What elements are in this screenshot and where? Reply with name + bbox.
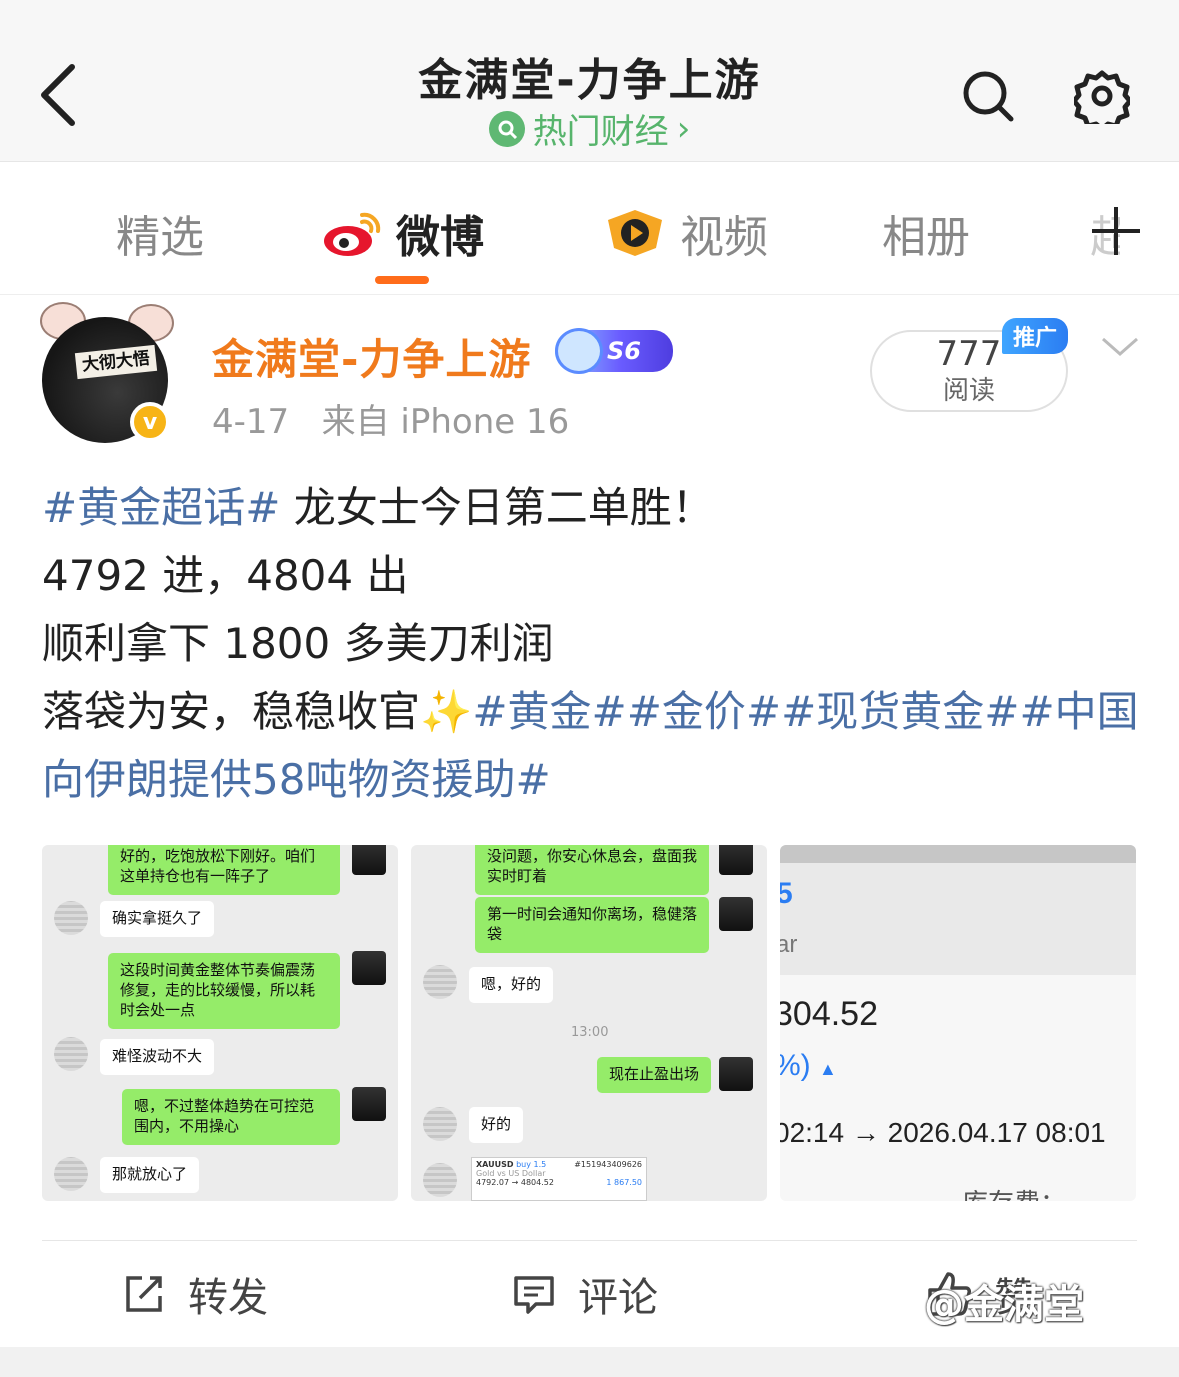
detail-change: %) ▲ xyxy=(780,1049,837,1082)
chat-bubble-sent: 第一时间会通知你离场，稳健落袋 xyxy=(475,897,709,953)
detail-fee-label: 库存费： xyxy=(962,1183,1066,1201)
detail-time-range: 02:14 → 2026.04.17 08:01 xyxy=(780,1117,1106,1148)
repost-button[interactable]: 转发 xyxy=(122,1264,268,1324)
weibo-logo-icon xyxy=(324,212,381,256)
video-play-icon xyxy=(608,210,662,256)
trade-detail-screenshot[interactable]: 5 ar 304.52 %) ▲ 02:14 → 2026.04.17 08:0… xyxy=(780,845,1136,1201)
post-meta: 4-17 来自 iPhone 16 xyxy=(212,394,569,443)
chat-bubble-received: 那就放心了 xyxy=(100,1157,200,1193)
hashtag-link[interactable]: #黄金超话# xyxy=(42,483,280,532)
top-bar: 金满堂-力争上游 热门财经 › xyxy=(0,0,1179,162)
tab-label: 微博 xyxy=(396,212,484,263)
tab-album[interactable]: 相册 xyxy=(882,201,970,265)
post-line: 落袋为安，稳稳收官 xyxy=(42,687,421,736)
chat-avatar xyxy=(54,1037,88,1071)
chevron-down-icon[interactable] xyxy=(1100,332,1140,362)
detail-price: 304.52 xyxy=(780,995,878,1033)
author-name[interactable]: 金满堂-力争上游 xyxy=(212,326,531,387)
header-area xyxy=(780,863,1136,975)
chat-bubble-received: 难怪波动不大 xyxy=(100,1039,215,1075)
post-line: 龙女士今日第二单胜！ xyxy=(280,483,714,532)
chat-avatar xyxy=(352,951,386,985)
tab-label: 视频 xyxy=(680,212,768,263)
chat-bubble-received: 嗯，好的 xyxy=(469,967,554,1003)
detail-text: ar xyxy=(780,931,798,958)
tab-featured[interactable]: 精选 xyxy=(116,201,204,265)
arrow-up-icon: ▲ xyxy=(819,1059,837,1079)
bottom-separator xyxy=(0,1347,1179,1377)
promote-badge[interactable]: 推广 xyxy=(1002,318,1068,354)
header-band xyxy=(780,845,1136,863)
chat-avatar xyxy=(423,1107,457,1141)
chat-bubble-sent: 现在止盈出场 xyxy=(597,1057,712,1093)
author-avatar[interactable]: 大彻大悟 v xyxy=(40,302,180,443)
chat-bubble-sent: 没问题，你安心休息会，盘面我实时盯着 xyxy=(475,845,709,895)
level-label: S6 xyxy=(607,337,641,365)
read-count-label: 阅读 xyxy=(942,376,995,406)
chat-avatar xyxy=(352,845,386,875)
chevron-right-icon: › xyxy=(676,108,691,149)
watermark: @金满堂 xyxy=(924,1282,1084,1328)
chat-avatar xyxy=(719,845,753,875)
comment-label: 评论 xyxy=(578,1275,658,1321)
chat-avatar xyxy=(719,1057,753,1091)
chat-bubble-received: 确实拿挺久了 xyxy=(100,901,215,937)
tab-label: 精选 xyxy=(116,212,204,263)
chat-screenshot-2[interactable]: 没问题，你安心休息会，盘面我实时盯着 第一时间会通知你离场，稳健落袋 嗯，好的 … xyxy=(411,845,767,1201)
detail-text: 5 xyxy=(780,877,793,910)
chat-bubble-sent: 好的，吃饱放松下刚好。咱们这单持仓也有一阵子了 xyxy=(108,845,340,895)
repost-icon xyxy=(126,1276,162,1312)
search-button[interactable] xyxy=(958,66,1018,126)
hot-finance-icon xyxy=(488,110,525,147)
chat-avatar xyxy=(719,897,753,931)
repost-label: 转发 xyxy=(188,1275,268,1321)
active-tab-indicator xyxy=(375,276,429,284)
category-label: 热门财经 xyxy=(532,112,669,152)
chat-screenshot-1[interactable]: 好的，吃饱放松下刚好。咱们这单持仓也有一阵子了 确实拿挺久了 这段时间黄金整体节… xyxy=(42,845,398,1201)
tab-label: 相册 xyxy=(882,212,970,263)
chat-avatar xyxy=(54,901,88,935)
divider xyxy=(42,1240,1137,1241)
trade-ticket-image: XAUUSD buy 1.5 #151943409626 Gold vs US … xyxy=(471,1157,647,1201)
post-date: 4-17 xyxy=(212,402,290,442)
chat-timestamp: 13:00 xyxy=(571,1025,609,1040)
post-line: 4792 进，4804 出 xyxy=(42,551,409,600)
level-mascot-icon xyxy=(555,328,603,374)
chat-avatar xyxy=(352,1087,386,1121)
chat-avatar xyxy=(423,1163,457,1197)
level-badge: S6 xyxy=(555,328,673,374)
verified-badge-icon: v xyxy=(130,402,170,442)
sparkle-emoji: ✨ xyxy=(420,687,473,736)
profile-tabs: 精选 微博 视频 相册 超 xyxy=(0,163,1179,295)
add-tab-icon[interactable] xyxy=(1088,203,1144,259)
comment-icon xyxy=(514,1276,554,1314)
chat-bubble-received: 好的 xyxy=(469,1107,524,1143)
image-grid: 好的，吃饱放松下刚好。咱们这单持仓也有一阵子了 确实拿挺久了 这段时间黄金整体节… xyxy=(42,845,1137,1201)
chat-bubble-sent: 嗯，不过整体趋势在可控范围内，不用操心 xyxy=(122,1089,340,1145)
chat-avatar xyxy=(54,1157,88,1191)
tab-weibo[interactable]: 微博 xyxy=(322,201,484,265)
post-line: 顺利拿下 1800 多美刀利润 xyxy=(42,619,554,668)
chat-bubble-sent: 这段时间黄金整体节奏偏震荡修复，走的比较缓慢，所以耗时会处一点 xyxy=(108,953,340,1029)
post-source: 来自 iPhone 16 xyxy=(321,402,570,442)
avatar-sign: 大彻大悟 xyxy=(74,344,158,380)
chat-avatar xyxy=(423,965,457,999)
search-icon xyxy=(963,71,1014,122)
settings-button[interactable] xyxy=(1072,66,1132,126)
post-text: #黄金超话# 龙女士今日第二单胜！ 4792 进，4804 出 顺利拿下 180… xyxy=(42,474,1142,814)
tab-video[interactable]: 视频 xyxy=(604,201,768,265)
gear-icon xyxy=(1074,70,1130,124)
comment-button[interactable]: 评论 xyxy=(512,1264,658,1324)
